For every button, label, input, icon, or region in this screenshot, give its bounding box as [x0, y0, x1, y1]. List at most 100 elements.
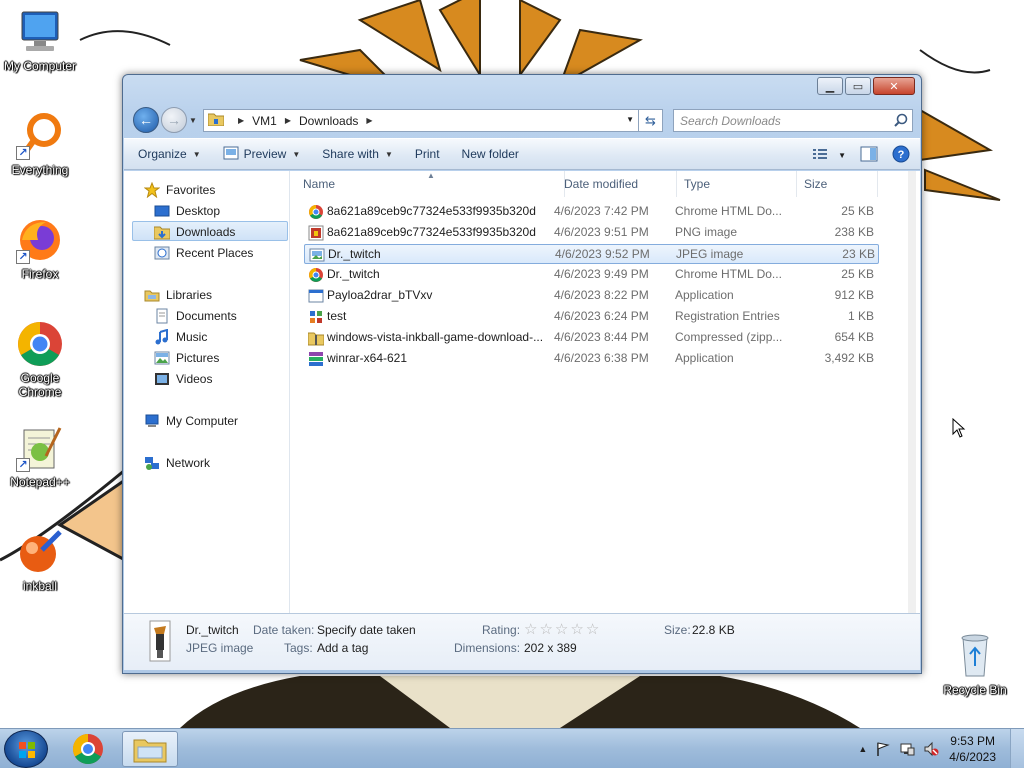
action-center-flag-icon[interactable]: [875, 741, 891, 757]
breadcrumb-separator-icon[interactable]: ▶: [238, 116, 244, 125]
nav-item-network[interactable]: Network: [144, 453, 210, 473]
maximize-button[interactable]: ▭: [845, 77, 871, 95]
nav-item-recent-places[interactable]: Recent Places: [154, 243, 253, 263]
libraries-icon: [144, 287, 160, 303]
search-icon[interactable]: [894, 113, 908, 130]
file-row[interactable]: test 4/6/2023 6:24 PM Registration Entri…: [304, 307, 879, 327]
close-button[interactable]: ✕: [873, 77, 915, 95]
help-button[interactable]: ?: [892, 145, 910, 166]
nav-item-label: Favorites: [166, 183, 216, 197]
desktop-icon-firefox[interactable]: ↗ Firefox: [0, 216, 80, 281]
vertical-scrollbar[interactable]: [908, 171, 916, 613]
nav-item-pictures[interactable]: Pictures: [154, 348, 219, 368]
file-list[interactable]: Name ▲ Date modified Type Size 8a621a89c…: [291, 171, 916, 613]
file-type: Application: [675, 351, 734, 365]
desktop-icon-my-computer[interactable]: My Computer: [0, 8, 80, 73]
view-options-button[interactable]: ▼: [812, 147, 846, 164]
nav-item-downloads[interactable]: Downloads: [153, 222, 235, 242]
volume-muted-icon[interactable]: [923, 741, 939, 757]
desktop-icon: [154, 203, 170, 219]
breadcrumb-vm1[interactable]: VM1: [252, 114, 277, 128]
details-pane: Dr._twitch JPEG image Date taken: Specif…: [124, 613, 920, 670]
address-bar[interactable]: ▶ VM1 ▶ Downloads ▶ ▼: [203, 109, 639, 132]
print-button[interactable]: Print: [415, 147, 440, 161]
nav-item-documents[interactable]: Documents: [154, 306, 237, 326]
desktop-icon-label: Notepad++: [10, 475, 70, 489]
column-header-label: Date modified: [564, 177, 639, 191]
star-empty-icon[interactable]: ☆: [555, 620, 568, 638]
file-date: 4/6/2023 7:42 PM: [554, 204, 649, 218]
network-status-icon[interactable]: [899, 741, 915, 757]
organize-button[interactable]: Organize ▼: [138, 147, 201, 161]
show-hidden-icons-button[interactable]: ▲: [858, 744, 867, 754]
folder-icon: [207, 112, 225, 129]
file-row[interactable]: windows-vista-inkball-game-download-... …: [304, 328, 879, 348]
file-type: Compressed (zipp...: [675, 330, 783, 344]
application-icon: [308, 288, 324, 304]
nav-item-favorites[interactable]: Favorites: [143, 180, 216, 200]
registry-icon: [308, 309, 324, 325]
search-input[interactable]: Search Downloads: [673, 109, 913, 132]
show-desktop-button[interactable]: [1010, 729, 1024, 768]
breadcrumb-separator-icon[interactable]: ▶: [366, 116, 372, 125]
column-header-type[interactable]: Type: [678, 171, 797, 197]
breadcrumb-downloads[interactable]: Downloads: [299, 114, 358, 128]
forward-button[interactable]: →: [161, 107, 187, 133]
rating-stars[interactable]: ☆ ☆ ☆ ☆ ☆: [524, 620, 601, 638]
file-row[interactable]: 8a621a89ceb9c77324e533f9935b320d 4/6/202…: [304, 223, 879, 243]
file-row[interactable]: winrar-x64-621 4/6/2023 6:38 PM Applicat…: [304, 349, 879, 369]
column-header-label: Size: [804, 177, 828, 191]
column-header-name[interactable]: Name ▲: [297, 171, 565, 197]
star-empty-icon[interactable]: ☆: [524, 620, 537, 638]
file-row[interactable]: Dr._twitch 4/6/2023 9:49 PM Chrome HTML …: [304, 265, 879, 285]
file-size: 1 KB: [847, 309, 874, 323]
navigation-pane[interactable]: Favorites Desktop Downloads Recent Place…: [130, 171, 290, 613]
shortcut-arrow-icon: ↗: [16, 146, 30, 160]
new-folder-button[interactable]: New folder: [462, 147, 519, 161]
file-row[interactable]: Payloa2drar_bTVxv 4/6/2023 8:22 PM Appli…: [304, 286, 879, 306]
start-button[interactable]: [4, 730, 48, 768]
column-header-label: Name: [303, 177, 336, 191]
column-header-date-modified[interactable]: Date modified: [558, 171, 677, 197]
minimize-button[interactable]: ▁: [817, 77, 843, 95]
file-row[interactable]: 8a621a89ceb9c77324e533f9935b320d 4/6/202…: [304, 202, 879, 222]
star-icon: [143, 181, 161, 199]
network-icon: [144, 455, 160, 471]
nav-item-libraries[interactable]: Libraries: [144, 285, 212, 305]
share-with-button[interactable]: Share with ▼: [322, 147, 393, 161]
clock[interactable]: 9:53 PM 4/6/2023: [949, 733, 996, 765]
file-name: winrar-x64-621: [327, 351, 408, 365]
desktop-icon-inkball[interactable]: inkball: [0, 528, 80, 593]
arrow-left-icon: ←: [139, 112, 153, 128]
nav-item-music[interactable]: Music: [154, 327, 207, 347]
date-taken-value[interactable]: Specify date taken: [317, 623, 416, 637]
preview-button[interactable]: Preview ▼: [223, 146, 300, 163]
chrome-icon: [16, 320, 64, 368]
refresh-button[interactable]: ⇆: [639, 109, 663, 132]
tags-value[interactable]: Add a tag: [317, 641, 368, 655]
taskbar-explorer-button[interactable]: [122, 731, 178, 767]
star-empty-icon[interactable]: ☆: [539, 620, 552, 638]
nav-item-desktop[interactable]: Desktop: [154, 201, 220, 221]
back-button[interactable]: ←: [133, 107, 159, 133]
file-row-selected[interactable]: Dr._twitch 4/6/2023 9:52 PM JPEG image 2…: [304, 244, 879, 264]
preview-pane-icon: [860, 146, 878, 165]
address-history-dropdown[interactable]: ▼: [626, 115, 634, 124]
breadcrumb-separator-icon[interactable]: ▶: [285, 116, 291, 125]
star-empty-icon[interactable]: ☆: [570, 620, 583, 638]
file-name: windows-vista-inkball-game-download-...: [327, 330, 544, 344]
desktop-icon-everything[interactable]: ↗ Everything: [0, 112, 80, 177]
recent-pages-dropdown[interactable]: ▼: [189, 116, 197, 125]
desktop-icon-recycle-bin[interactable]: Recycle Bin: [935, 632, 1015, 697]
explorer-window[interactable]: ▁ ▭ ✕ ← → ▼ ▶ VM1 ▶ Downloads ▶ ▼ ⇆ Sear…: [122, 74, 922, 674]
preview-pane-button[interactable]: [860, 146, 878, 165]
desktop-icon-google-chrome[interactable]: Google Chrome: [0, 320, 80, 399]
file-name: Dr._twitch: [327, 267, 380, 281]
file-name: Payloa2drar_bTVxv: [327, 288, 433, 302]
taskbar-chrome-button[interactable]: [60, 731, 116, 767]
nav-item-videos[interactable]: Videos: [154, 369, 212, 389]
nav-item-my-computer[interactable]: My Computer: [144, 411, 238, 431]
star-empty-icon[interactable]: ☆: [586, 620, 599, 638]
column-header-size[interactable]: Size: [798, 171, 878, 197]
desktop-icon-notepadpp[interactable]: ↗ Notepad++: [0, 424, 80, 489]
